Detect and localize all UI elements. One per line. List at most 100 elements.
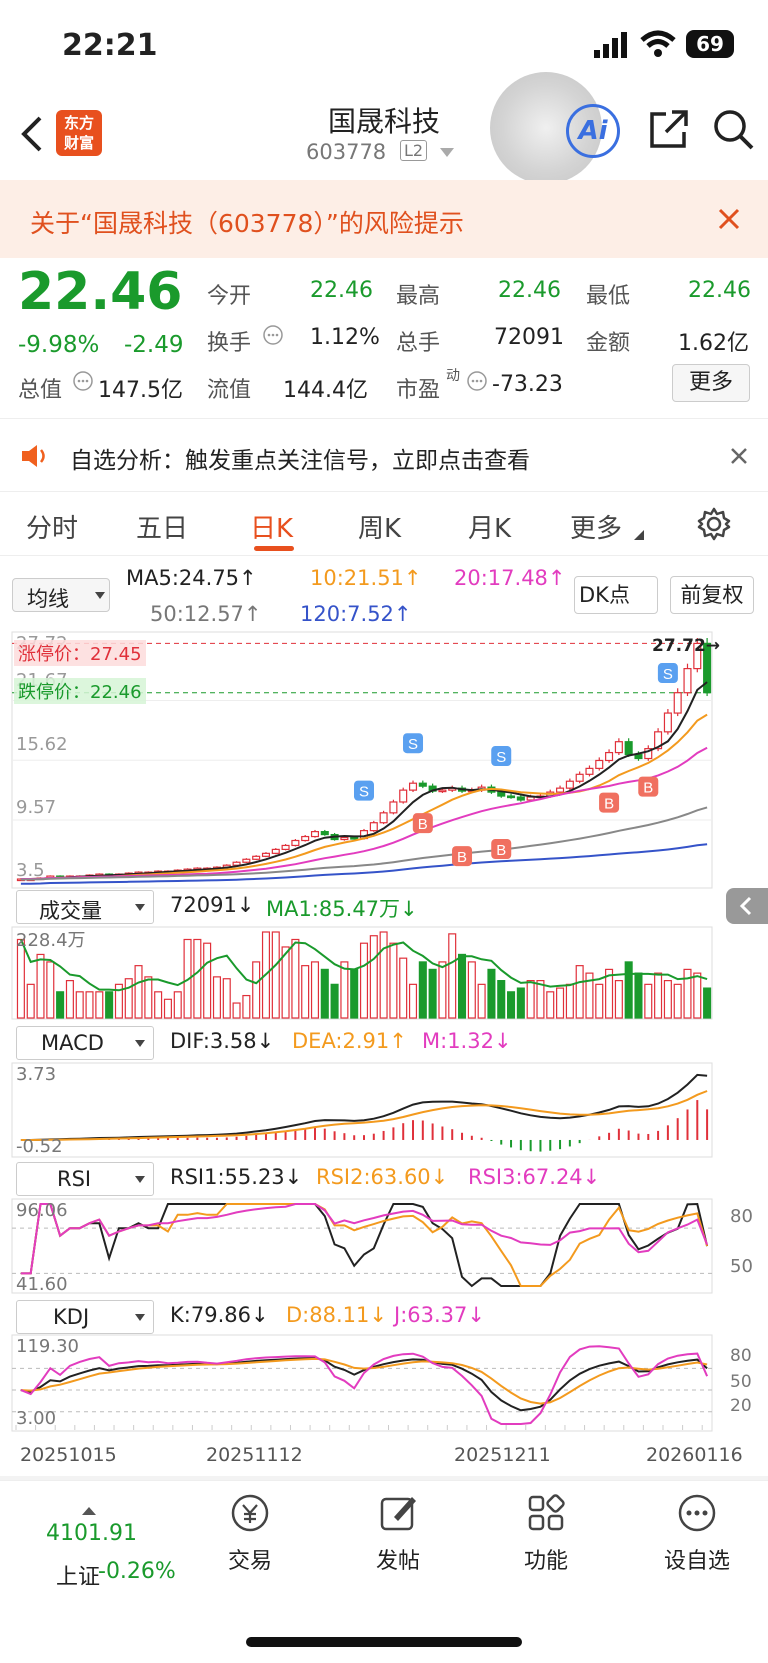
indicator-selector-macd[interactable]: MACD	[16, 1026, 154, 1060]
adjust-price-button[interactable]: 前复权	[670, 576, 754, 614]
info-icon[interactable]	[72, 370, 94, 392]
tab-daily-k[interactable]: 日K	[250, 508, 293, 545]
indicator-selector-volume[interactable]: 成交量	[16, 890, 154, 924]
volume-bar	[654, 972, 663, 1019]
info-icon[interactable]	[466, 370, 488, 392]
amount-label: 金额	[586, 331, 631, 356]
candle-body	[408, 782, 418, 791]
volume-value: 72091	[494, 325, 564, 350]
tab-intraday[interactable]: 分时	[26, 508, 78, 545]
candle-body	[605, 751, 614, 762]
macd-chart[interactable]	[0, 1062, 768, 1158]
candle-body	[310, 831, 320, 838]
close-icon[interactable]	[730, 447, 748, 465]
risk-banner[interactable]: 关于“国晟科技（603778）”的风险提示	[0, 180, 768, 258]
sell-marker-label: S	[663, 666, 673, 683]
kline-chart[interactable]: BBBBBBBSSSS	[0, 630, 768, 890]
buy-marker-label: B	[604, 796, 614, 813]
volume-bar	[565, 983, 574, 1019]
tab-five-day[interactable]: 五日	[136, 508, 188, 545]
candle-body	[281, 844, 290, 850]
add-watchlist-button[interactable]: 设自选	[652, 1491, 742, 1595]
candle-body	[350, 836, 359, 840]
turnover-value: 1.12%	[310, 325, 380, 350]
collapse-panel-button[interactable]	[726, 888, 768, 924]
gear-icon[interactable]	[696, 506, 732, 542]
candle-body	[271, 848, 280, 854]
sell-marker-label: S	[408, 736, 418, 753]
grid-icon	[528, 1494, 565, 1531]
volume-selector-label: 成交量	[39, 899, 102, 923]
dk-point-button[interactable]: DK点	[574, 576, 658, 614]
watch-analysis-notice[interactable]: 自选分析：触发重点关注信号，立即点击查看	[0, 418, 768, 492]
ma20-value: 20:17.48↑	[454, 566, 566, 590]
buy-marker-label: B	[643, 780, 653, 797]
chevron-left-icon[interactable]	[20, 114, 44, 154]
volume-bar	[154, 991, 163, 1019]
ai-button[interactable]: Ai	[566, 104, 620, 158]
ma120-value: 120:7.52↑	[300, 602, 412, 626]
post-button[interactable]: 发帖	[358, 1491, 438, 1595]
float-label: 流值	[207, 378, 252, 403]
macd-dea: DEA:2.91↑	[292, 1029, 407, 1053]
candle-body	[242, 858, 251, 863]
more-dots-icon	[678, 1494, 716, 1532]
app-logo[interactable]: 东方 财富	[56, 110, 102, 156]
function-button[interactable]: 功能	[506, 1491, 586, 1595]
tab-monthly-k[interactable]: 月K	[468, 508, 511, 545]
macd-dea-line	[20, 1090, 708, 1141]
mcap-value: 147.5亿	[98, 378, 183, 403]
volume-chart[interactable]	[0, 926, 768, 1020]
candle-body	[634, 753, 643, 760]
candle-body	[418, 782, 427, 787]
more-button[interactable]: 更多	[672, 364, 750, 402]
speaker-icon	[22, 445, 45, 467]
rsi3-value: RSI3:67.24↓	[468, 1165, 601, 1189]
buy-marker-label: B	[496, 842, 506, 859]
low-value: 22.46	[688, 278, 751, 303]
max-price-label: 27.72→	[652, 636, 721, 656]
kdj-chart[interactable]	[0, 1334, 768, 1432]
level-badge[interactable]: L2	[400, 140, 428, 161]
stock-code: 603778	[306, 140, 387, 164]
index-name: 上证	[56, 1565, 101, 1590]
indicator-selector-rsi[interactable]: RSI	[16, 1162, 154, 1196]
candle-body	[614, 741, 623, 754]
volume-bar	[271, 931, 280, 1019]
pe-value: -73.23	[492, 372, 563, 397]
candle-body	[379, 812, 388, 824]
volume-bar	[693, 972, 702, 1019]
volume-bar	[144, 976, 153, 1019]
indicator-selector-ma[interactable]: 均线	[12, 578, 110, 612]
tab-more[interactable]: 更多	[570, 508, 622, 545]
volume-bar	[497, 980, 506, 1019]
edit-icon	[380, 1497, 416, 1531]
search-icon[interactable]	[712, 108, 756, 152]
candle-body	[595, 759, 604, 769]
index-ticker[interactable]: 4101.91 上证 -0.26%	[20, 1485, 176, 1595]
volume-bar	[242, 994, 251, 1019]
volume-bar	[408, 983, 418, 1019]
volume-bar	[467, 961, 476, 1019]
sell-marker-label: S	[359, 784, 369, 801]
rsi-chart[interactable]	[0, 1198, 768, 1294]
function-label: 功能	[523, 1549, 568, 1574]
share-icon[interactable]	[648, 108, 690, 150]
volume-bar	[105, 991, 114, 1019]
buy-marker-label: B	[418, 816, 428, 833]
notice-text: 自选分析：触发重点关注信号，立即点击查看	[70, 448, 530, 474]
candle-body	[291, 839, 300, 847]
volume-bar	[212, 976, 221, 1019]
candle-body	[497, 791, 506, 797]
yen-cycle-icon	[231, 1494, 269, 1532]
indicator-selector-kdj[interactable]: KDJ	[16, 1300, 154, 1334]
index-change: -0.26%	[98, 1559, 176, 1584]
volume-bar	[457, 953, 467, 1019]
kdj-j-line	[20, 1345, 709, 1425]
caret-down-icon[interactable]	[440, 148, 454, 158]
info-icon[interactable]	[262, 324, 284, 346]
tab-weekly-k[interactable]: 周K	[358, 508, 401, 545]
close-icon[interactable]	[718, 208, 740, 230]
trade-button[interactable]: 交易	[210, 1491, 290, 1595]
volume-bar	[644, 983, 653, 1019]
